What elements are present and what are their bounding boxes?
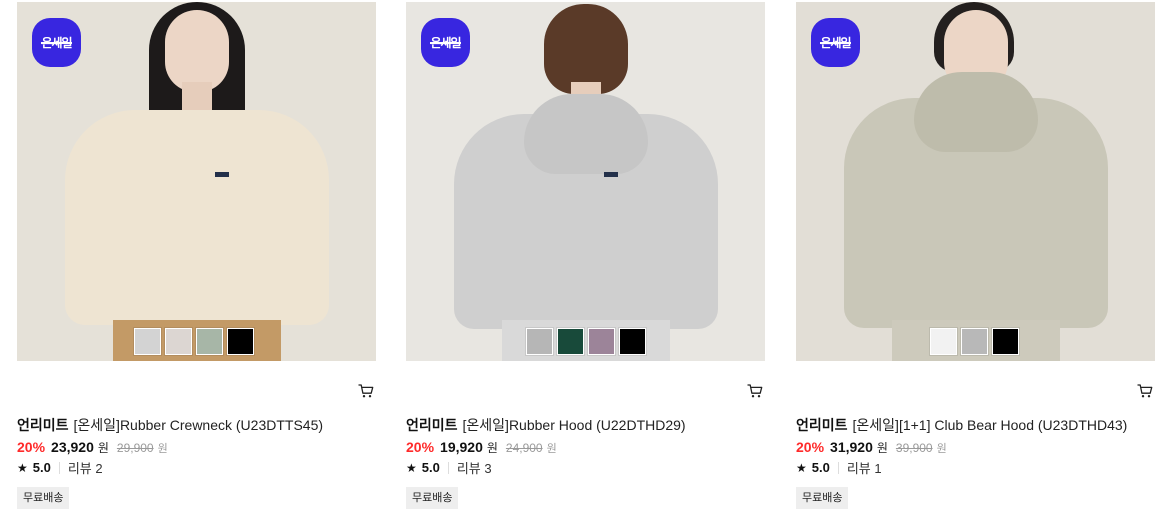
product-card[interactable]: 온세일 언리미트 [온세일][1+1] Club Bear Hood (U23DT…	[796, 0, 1163, 514]
original-price: 29,900	[116, 441, 154, 455]
color-swatch[interactable]	[961, 328, 988, 355]
rating-score: 5.0	[421, 460, 440, 475]
on-sale-badge: 온세일	[32, 18, 81, 67]
discount-rate: 20%	[17, 439, 46, 455]
color-swatch[interactable]	[930, 328, 957, 355]
color-swatch[interactable]	[165, 328, 192, 355]
divider	[837, 461, 839, 474]
product-title[interactable]: 언리미트 [온세일][1+1] Club Bear Hood (U23DTHD43…	[796, 415, 1127, 435]
product-title[interactable]: 언리미트 [온세일]Rubber Crewneck (U23DTTS45)	[17, 415, 323, 435]
rating-row: ★ 5.0 리뷰 3	[406, 458, 492, 477]
color-swatch[interactable]	[619, 328, 646, 355]
cart-icon[interactable]	[1137, 383, 1153, 399]
cart-icon[interactable]	[747, 383, 763, 399]
product-name[interactable]: [온세일]Rubber Crewneck (U23DTTS45)	[74, 417, 324, 433]
price-row: 20% 31,920 원 39,900 원	[796, 439, 947, 456]
price-row: 20% 19,920 원 24,900 원	[406, 439, 557, 456]
discount-rate: 20%	[796, 439, 825, 455]
free-shipping-tag: 무료배송	[406, 487, 459, 509]
brand-name[interactable]: 언리미트	[796, 417, 848, 433]
review-count[interactable]: 리뷰 2	[68, 458, 103, 477]
star-icon: ★	[406, 460, 417, 475]
product-name[interactable]: [온세일]Rubber Hood (U22DTHD29)	[463, 417, 686, 433]
color-swatch[interactable]	[992, 328, 1019, 355]
rating-score: 5.0	[811, 460, 830, 475]
brand-name[interactable]: 언리미트	[406, 417, 458, 433]
original-currency: 원	[936, 443, 947, 455]
hood	[524, 94, 648, 174]
original-price: 39,900	[895, 441, 933, 455]
color-swatch[interactable]	[227, 328, 254, 355]
sale-price: 31,920	[830, 439, 873, 455]
sale-currency: 원	[486, 441, 498, 455]
star-icon: ★	[796, 460, 807, 475]
logo-patch	[215, 172, 229, 177]
brand-name[interactable]: 언리미트	[17, 417, 69, 433]
sweatshirt	[65, 110, 329, 325]
original-currency: 원	[157, 443, 168, 455]
color-swatches	[930, 328, 1019, 355]
sale-price: 23,920	[51, 439, 94, 455]
product-card[interactable]: 온세일 언리미트 [온세일]Rubber Crewneck (U23DTTS45)…	[17, 0, 387, 514]
free-shipping-tag: 무료배송	[796, 487, 849, 509]
product-title[interactable]: 언리미트 [온세일]Rubber Hood (U22DTHD29)	[406, 415, 686, 435]
sale-price: 19,920	[440, 439, 483, 455]
star-icon: ★	[17, 460, 28, 475]
color-swatch[interactable]	[588, 328, 615, 355]
color-swatch[interactable]	[526, 328, 553, 355]
product-card[interactable]: 온세일 언리미트 [온세일]Rubber Hood (U22DTHD29) 20%…	[406, 0, 776, 514]
divider	[58, 461, 60, 474]
discount-rate: 20%	[406, 439, 435, 455]
on-sale-badge: 온세일	[811, 18, 860, 67]
color-swatches	[134, 328, 254, 355]
on-sale-badge: 온세일	[421, 18, 470, 67]
free-shipping-tag: 무료배송	[17, 487, 70, 509]
product-name[interactable]: [온세일][1+1] Club Bear Hood (U23DTHD43)	[853, 417, 1128, 433]
product-image[interactable]: 온세일	[406, 2, 765, 361]
hood	[914, 72, 1038, 152]
color-swatch[interactable]	[134, 328, 161, 355]
sale-currency: 원	[876, 441, 888, 455]
model-hair	[544, 4, 628, 94]
rating-row: ★ 5.0 리뷰 1	[796, 458, 882, 477]
original-price: 24,900	[505, 441, 543, 455]
divider	[447, 461, 449, 474]
review-count[interactable]: 리뷰 3	[457, 458, 492, 477]
rating-score: 5.0	[32, 460, 51, 475]
review-count[interactable]: 리뷰 1	[847, 458, 882, 477]
product-image[interactable]: 온세일	[17, 2, 376, 361]
color-swatch[interactable]	[196, 328, 223, 355]
product-image[interactable]: 온세일	[796, 2, 1155, 361]
sale-currency: 원	[97, 441, 109, 455]
rating-row: ★ 5.0 리뷰 2	[17, 458, 103, 477]
model-face	[165, 10, 229, 92]
color-swatches	[526, 328, 646, 355]
price-row: 20% 23,920 원 29,900 원	[17, 439, 168, 456]
color-swatch[interactable]	[557, 328, 584, 355]
cart-icon[interactable]	[358, 383, 374, 399]
original-currency: 원	[546, 443, 557, 455]
logo-patch	[604, 172, 618, 177]
